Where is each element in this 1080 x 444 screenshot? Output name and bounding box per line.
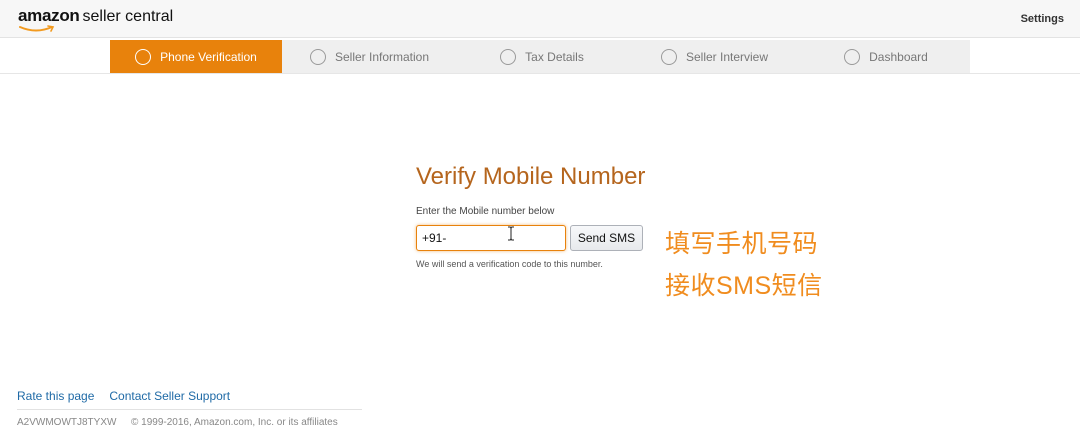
phone-field-label: Enter the Mobile number below [416, 206, 555, 217]
nav-divider [0, 73, 1080, 74]
step-circle-icon [309, 48, 326, 65]
step-label: Phone Verification [160, 49, 257, 64]
step-phone-verification[interactable]: Phone Verification [110, 40, 282, 73]
amazon-smile-icon [19, 25, 55, 32]
annotation-receive-sms: 接收SMS短信 [665, 272, 823, 300]
mobile-number-input[interactable] [416, 225, 566, 251]
step-circle-icon [844, 48, 861, 65]
step-label: Tax Details [525, 49, 584, 64]
send-sms-button[interactable]: Send SMS [570, 225, 643, 251]
logo-amazon-text: amazon [18, 6, 80, 25]
step-label: Dashboard [869, 49, 928, 64]
page-title: Verify Mobile Number [416, 163, 646, 190]
step-tax-details[interactable]: Tax Details [457, 40, 627, 73]
step-seller-information[interactable]: Seller Information [282, 40, 457, 73]
annotation-enter-number: 填写手机号码 [665, 230, 819, 258]
top-header: amazon seller central Settings [0, 0, 1080, 38]
merchant-id: A2VWMOWTJ8TYXW [17, 417, 117, 428]
verification-hint: We will send a verification code to this… [416, 259, 603, 269]
settings-link[interactable]: Settings [1021, 13, 1064, 25]
step-label: Seller Interview [685, 49, 769, 64]
step-circle-icon [135, 48, 152, 65]
contact-seller-support-link[interactable]: Contact Seller Support [109, 389, 230, 403]
step-seller-interview[interactable]: Seller Interview [627, 40, 802, 73]
copyright-text: © 1999-2016, Amazon.com, Inc. or its aff… [131, 417, 338, 428]
step-dashboard[interactable]: Dashboard [802, 40, 970, 73]
step-circle-icon [660, 48, 677, 65]
step-label: Seller Information [334, 49, 430, 64]
step-circle-icon [500, 48, 517, 65]
footer-divider [17, 409, 362, 410]
rate-this-page-link[interactable]: Rate this page [17, 389, 94, 403]
registration-steps: Phone Verification Seller Information Ta… [110, 40, 970, 73]
amazon-seller-central-logo[interactable]: amazon seller central [18, 6, 173, 32]
logo-seller-central-text: seller central [82, 8, 174, 25]
footer-links: Rate this page Contact Seller Support [17, 389, 245, 403]
text-cursor-icon [508, 226, 514, 241]
